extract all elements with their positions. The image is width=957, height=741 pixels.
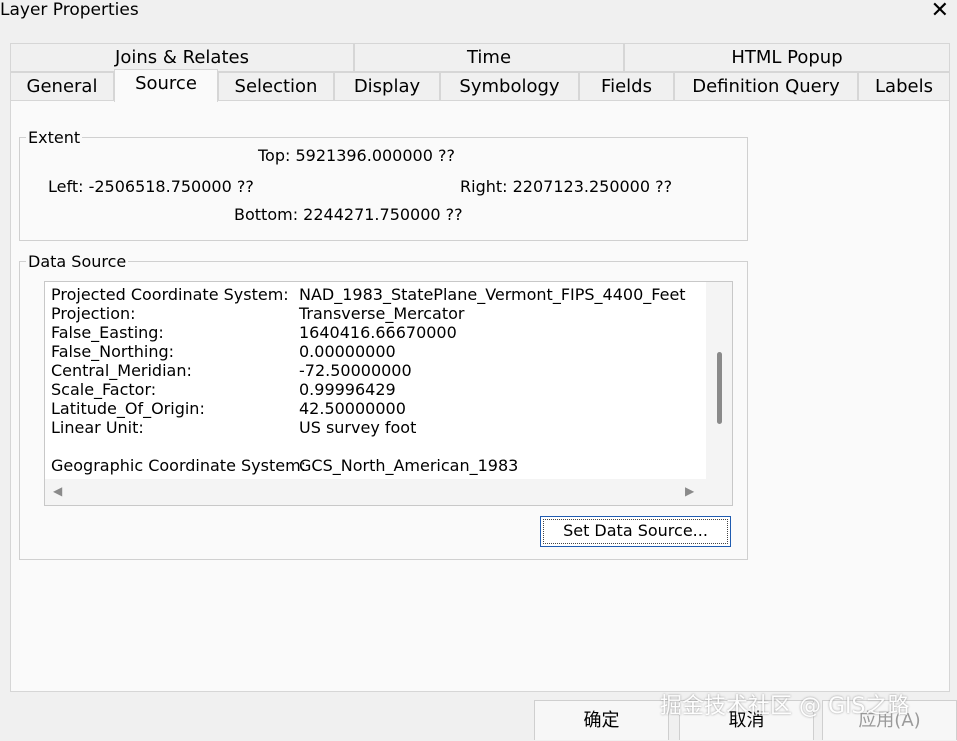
horizontal-scrollbar[interactable]: ◀ ▶ [45,479,732,505]
ok-button[interactable]: 确定 [534,700,669,740]
tab-selection[interactable]: Selection [218,72,334,101]
tab-definition-query[interactable]: Definition Query [674,72,858,101]
tab-fields[interactable]: Fields [579,72,674,101]
extent-legend: Extent [26,128,83,147]
watermark: 掘金技术社区 @ GIS之路 [660,694,910,719]
scroll-left-icon[interactable]: ◀ [53,484,62,498]
tab-general[interactable]: General [10,72,114,101]
window-title: Layer Properties [0,0,139,20]
tab-html-popup[interactable]: HTML Popup [624,43,950,72]
title-bar: Layer Properties ✕ [0,0,957,26]
scroll-right-icon[interactable]: ▶ [685,484,694,498]
tab-time[interactable]: Time [354,43,624,72]
extent-left: Left: -2506518.750000 ?? [48,177,254,196]
tab-source[interactable]: Source [114,69,218,102]
extent-top: Top: 5921396.000000 ?? [258,146,455,165]
scroll-thumb[interactable] [717,352,722,424]
tab-symbology[interactable]: Symbology [440,72,579,101]
tab-display[interactable]: Display [334,72,440,101]
close-icon[interactable]: ✕ [931,0,949,22]
set-data-source-button[interactable]: Set Data Source... [540,516,731,547]
vertical-scrollbar[interactable] [706,282,732,480]
extent-bottom: Bottom: 2244271.750000 ?? [234,205,463,224]
data-source-legend: Data Source [26,252,129,271]
tab-joins-relates[interactable]: Joins & Relates [10,43,354,72]
extent-right: Right: 2207123.250000 ?? [460,177,673,196]
tab-labels[interactable]: Labels [858,72,950,101]
data-source-listbox[interactable]: Projected Coordinate System: NAD_1983_St… [44,281,733,506]
